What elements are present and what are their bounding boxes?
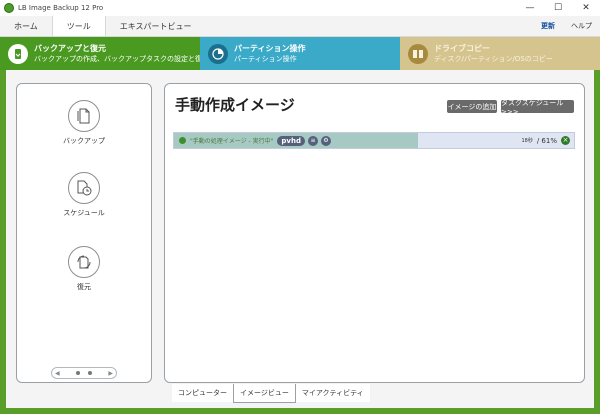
restore-icon — [68, 246, 100, 278]
backup-restore-icon — [8, 43, 28, 64]
tab-expert-view[interactable]: エキスパートビュー — [106, 16, 206, 36]
sidebar-pager: ◀ ▶ — [51, 367, 117, 379]
sidebar-panel: バックアップ スケジュール 復元 ◀ ▶ — [16, 83, 152, 383]
task-status: 18秒 / 61% × — [521, 136, 570, 145]
pager-dot[interactable] — [88, 371, 92, 375]
maximize-button[interactable]: ☐ — [544, 0, 572, 16]
cancel-task-icon[interactable]: × — [561, 136, 570, 145]
status-dot-icon — [179, 137, 186, 144]
band-title: パーティション操作 — [234, 43, 306, 53]
tab-tools[interactable]: ツール — [51, 16, 106, 36]
pager-next-button[interactable]: ▶ — [108, 370, 113, 377]
task-content: "手動の処理イメージ - 実行中" pvhd ≡ ⚙ 18秒 / 61% × — [174, 133, 574, 148]
task-row[interactable]: "手動の処理イメージ - 実行中" pvhd ≡ ⚙ 18秒 / 61% × — [173, 132, 575, 149]
list-icon[interactable]: ≡ — [307, 135, 318, 146]
menu-bar: ホーム ツール エキスパートビュー 更新 ヘルプ — [0, 16, 600, 37]
task-percent: / 61% — [536, 136, 557, 145]
sidebar-item-label: スケジュール — [63, 209, 105, 217]
tab-computer[interactable]: コンピューター — [172, 384, 233, 402]
app-logo-icon — [4, 3, 14, 13]
page-title: 手動作成イメージ — [175, 96, 295, 114]
tab-my-activity[interactable]: マイアクティビティ — [295, 384, 370, 402]
title-bar: LB Image Backup 12 Pro — ☐ ✕ — [0, 0, 600, 17]
add-image-button[interactable]: イメージの追加 — [447, 100, 497, 113]
sidebar-item-restore[interactable]: 復元 — [17, 246, 151, 292]
pager-dot[interactable] — [76, 371, 80, 375]
main-panel: 手動作成イメージ イメージの追加 タスクスケジュール >>> "手動の処理イメー… — [164, 83, 585, 383]
pager-prev-button[interactable]: ◀ — [55, 370, 60, 377]
minimize-button[interactable]: — — [516, 0, 544, 16]
update-link[interactable]: 更新 — [533, 21, 563, 31]
sidebar-item-schedule[interactable]: スケジュール — [17, 172, 151, 218]
schedule-icon — [68, 172, 100, 204]
partition-icon — [208, 43, 228, 64]
drive-copy-icon — [408, 43, 428, 64]
tab-image-view[interactable]: イメージビュー — [233, 384, 296, 403]
backup-icon — [68, 100, 100, 132]
band-title: バックアップと復元 — [34, 43, 106, 53]
task-name: "手動の処理イメージ - 実行中" — [190, 138, 274, 145]
help-link[interactable]: ヘルプ — [563, 21, 600, 31]
settings-icon[interactable]: ⚙ — [320, 135, 331, 146]
band-title: ドライブコピー — [434, 43, 490, 53]
sidebar-item-label: バックアップ — [63, 137, 105, 145]
format-badge: pvhd — [277, 135, 305, 146]
band-subtitle: ディスク/パーティション/OSのコピー — [434, 54, 553, 63]
window-controls: — ☐ ✕ — [516, 0, 600, 16]
band-subtitle: パーティション操作 — [234, 54, 297, 63]
band-backup-restore[interactable]: バックアップと復元 バックアップの作成、バックアップタスクの設定と復... — [0, 37, 204, 70]
tab-home[interactable]: ホーム — [0, 16, 52, 36]
window-title: LB Image Backup 12 Pro — [18, 4, 104, 12]
pager-dots — [76, 371, 92, 375]
bottom-tabs: コンピューター イメージビュー マイアクティビティ — [172, 384, 370, 403]
sidebar-item-backup[interactable]: バックアップ — [17, 100, 151, 146]
band-subtitle: バックアップの作成、バックアップタスクの設定と復... — [34, 54, 204, 63]
task-elapsed-time: 18秒 — [521, 138, 533, 144]
band-drive-copy[interactable]: ドライブコピー ディスク/パーティション/OSのコピー — [400, 37, 600, 70]
sidebar-item-label: 復元 — [77, 283, 91, 291]
menu-right-links: 更新 ヘルプ — [533, 16, 600, 36]
band-partition[interactable]: パーティション操作 パーティション操作 — [200, 37, 400, 70]
close-button[interactable]: ✕ — [572, 0, 600, 16]
task-schedule-button[interactable]: タスクスケジュール >>> — [501, 99, 574, 116]
